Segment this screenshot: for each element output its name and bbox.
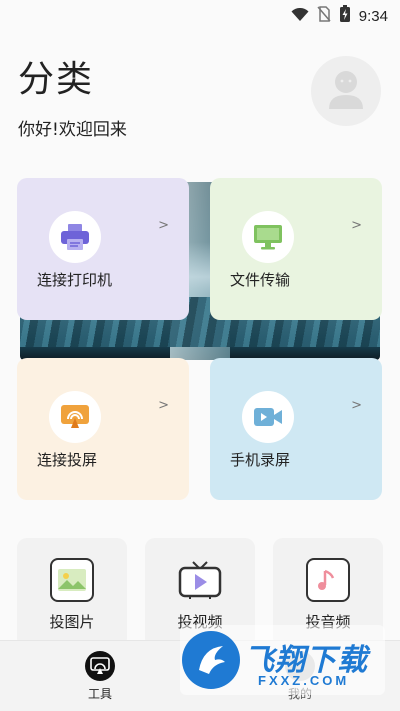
battery-charging-icon [339, 5, 351, 27]
status-bar: 9:34 [0, 0, 400, 30]
file-transfer-label: 文件传输 [230, 271, 291, 289]
chevron-right-icon: > [158, 398, 169, 413]
cast-image-tool[interactable]: 投图片 [17, 538, 127, 648]
no-sim-icon [317, 6, 331, 26]
watermark-emblem-icon [182, 631, 240, 689]
screen-record-label: 手机录屏 [230, 451, 291, 469]
watermark-logo: 飞翔下载 FXXZ.COM [180, 625, 385, 695]
tools-cast-icon [85, 651, 115, 681]
nav-tools-label: 工具 [87, 687, 112, 701]
music-icon [306, 558, 350, 602]
screen-cast-card[interactable]: > 连接投屏 [17, 358, 189, 500]
page-title: 分类 [18, 59, 95, 100]
video-icon [242, 391, 294, 443]
cast-icon [49, 391, 101, 443]
tv-play-icon [178, 558, 222, 602]
screen-cast-label: 连接投屏 [37, 451, 98, 469]
chevron-right-icon: > [351, 218, 362, 233]
status-time: 9:34 [358, 7, 388, 25]
user-avatar-icon [327, 68, 365, 114]
monitor-icon [242, 211, 294, 263]
chevron-right-icon: > [351, 398, 362, 413]
printer-icon [49, 211, 101, 263]
nav-tools-tab[interactable]: 工具 [60, 651, 140, 702]
screen-record-card[interactable]: > 手机录屏 [210, 358, 382, 500]
connect-printer-label: 连接打印机 [37, 271, 113, 289]
wifi-icon [291, 7, 309, 26]
watermark-subtext: FXXZ.COM [258, 673, 350, 688]
user-avatar-button[interactable] [311, 56, 381, 126]
cast-image-label: 投图片 [49, 613, 95, 631]
file-transfer-card[interactable]: > 文件传输 [210, 178, 382, 320]
image-icon [50, 558, 94, 602]
connect-printer-card[interactable]: > 连接打印机 [17, 178, 189, 320]
greeting-text: 你好!欢迎回来 [18, 120, 127, 140]
chevron-right-icon: > [158, 218, 169, 233]
